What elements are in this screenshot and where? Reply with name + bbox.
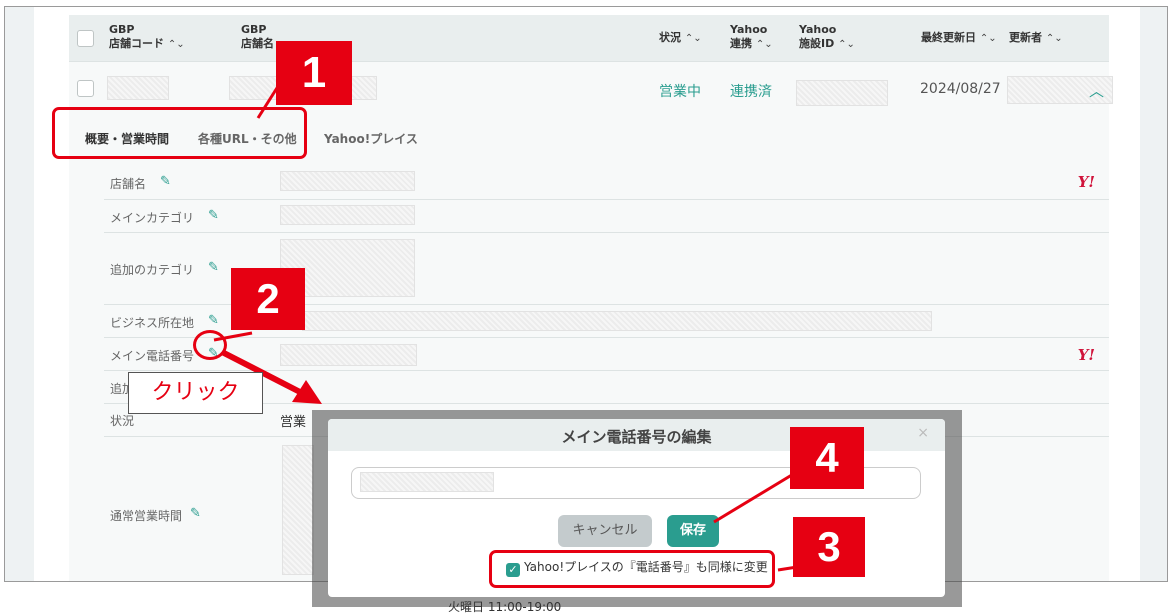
- col-yahoo-link[interactable]: Yahoo 連携 ⌃⌄: [730, 23, 773, 52]
- pencil-icon[interactable]: ✎: [190, 506, 201, 521]
- col-yahoo-id[interactable]: Yahoo 施設ID ⌃⌄: [799, 23, 855, 52]
- detail-label: 店舗名: [110, 177, 147, 191]
- click-instruction-label: クリック: [128, 372, 263, 414]
- status-value: 営業中: [659, 84, 701, 100]
- masked-value: [280, 344, 417, 366]
- yahoo-icon: Y!: [1077, 346, 1095, 364]
- sort-icon[interactable]: ⌃⌄: [1046, 33, 1063, 44]
- masked-yahoo-id: [796, 80, 888, 106]
- status-partial: 営業: [280, 415, 307, 430]
- detail-row-main-phone: メイン電話番号 ✎ Y!: [104, 338, 1109, 371]
- pencil-icon[interactable]: ✎: [160, 174, 171, 189]
- highlight-checkbox: [489, 550, 775, 588]
- highlight-tabs: [52, 107, 307, 159]
- detail-label: メイン電話番号: [110, 349, 195, 363]
- yahoo-linked-value: 連携済: [730, 84, 772, 100]
- tab-yahoo-place[interactable]: Yahoo!プレイス: [324, 130, 418, 147]
- step-1-callout: 1: [276, 41, 352, 105]
- detail-row-store-name: 店舗名 ✎ Y!: [104, 165, 1109, 200]
- detail-label: ビジネス所在地: [110, 316, 195, 330]
- step-3-callout: 3: [793, 517, 865, 577]
- pencil-icon[interactable]: ✎: [208, 260, 219, 275]
- cancel-button[interactable]: キャンセル: [558, 515, 652, 547]
- col-status[interactable]: 状況 ⌃⌄: [659, 31, 702, 46]
- col-gbp-name[interactable]: GBP 店舗名: [241, 23, 274, 51]
- pencil-icon[interactable]: ✎: [208, 208, 219, 223]
- row-checkbox[interactable]: [77, 80, 94, 97]
- masked-value: [280, 171, 415, 191]
- yahoo-icon: Y!: [1077, 173, 1095, 191]
- table-row[interactable]: 営業中 連携済 2024/08/27 ︿: [69, 62, 1113, 106]
- col-updater[interactable]: 更新者 ⌃⌄: [1009, 31, 1063, 46]
- masked-value: [302, 311, 932, 331]
- sort-icon[interactable]: ⌃⌄: [980, 33, 997, 44]
- col-gbp-code[interactable]: GBP 店舗コード ⌃⌄: [109, 23, 185, 52]
- masked-value: [280, 205, 415, 225]
- pencil-icon[interactable]: ✎: [208, 313, 219, 328]
- masked-phone: [360, 472, 494, 492]
- step-2-callout: 2: [231, 268, 305, 330]
- detail-label: 追加のカテゴリ: [110, 263, 195, 277]
- chevron-up-icon[interactable]: ︿: [1089, 80, 1104, 101]
- close-icon[interactable]: ×: [917, 425, 929, 441]
- hours-partial: 火曜日 11:00-19:00: [448, 600, 562, 614]
- sort-icon[interactable]: ⌃⌄: [756, 39, 773, 50]
- masked-value: [282, 445, 314, 575]
- select-all-checkbox[interactable]: [77, 30, 94, 47]
- col-updated[interactable]: 最終更新日 ⌃⌄: [921, 31, 997, 46]
- sort-icon[interactable]: ⌃⌄: [685, 33, 702, 44]
- sort-icon[interactable]: ⌃⌄: [168, 39, 185, 50]
- detail-label: 状況: [110, 414, 135, 428]
- save-button[interactable]: 保存: [667, 515, 719, 547]
- sort-icon[interactable]: ⌃⌄: [838, 39, 855, 50]
- step-4-callout: 4: [790, 427, 864, 489]
- detail-label: 通常営業時間: [110, 509, 183, 523]
- masked-store-code: [107, 76, 169, 100]
- highlight-pencil: [193, 330, 227, 360]
- detail-row-main-category: メインカテゴリ ✎: [104, 200, 1109, 233]
- updated-date: 2024/08/27: [920, 81, 1001, 97]
- table-header: GBP 店舗コード ⌃⌄ GBP 店舗名 状況 ⌃⌄ Yahoo 連携 ⌃⌄ Y…: [69, 15, 1109, 62]
- detail-label: メインカテゴリ: [110, 211, 195, 225]
